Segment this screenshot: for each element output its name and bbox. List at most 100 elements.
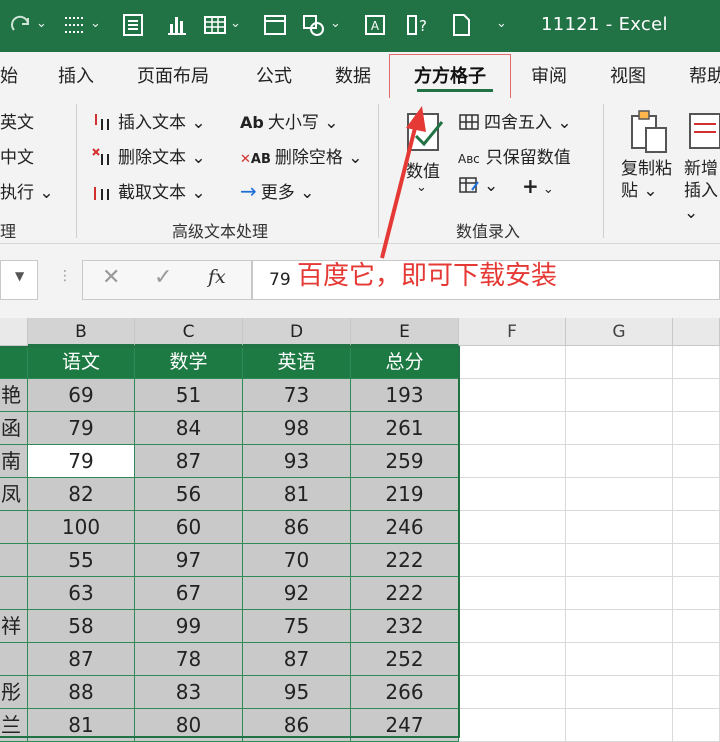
empty-cell[interactable] [566, 676, 673, 709]
image-frame-icon[interactable] [262, 12, 288, 38]
column-header-d[interactable]: D [243, 318, 351, 346]
table-cell[interactable]: 98 [243, 412, 351, 445]
name-box[interactable]: ▼ [0, 260, 38, 300]
empty-cell[interactable] [673, 610, 720, 643]
empty-cell[interactable] [459, 478, 566, 511]
table-cell[interactable]: 63 [28, 577, 135, 610]
row-label-cell[interactable] [0, 643, 28, 676]
table-cell[interactable]: 75 [243, 610, 351, 643]
format-dropdown-button[interactable]: ⌄ [458, 176, 498, 196]
column-header-a[interactable] [0, 318, 28, 346]
table-cell[interactable]: 88 [28, 676, 135, 709]
chevron-down-icon[interactable]: ⌄ [230, 16, 241, 31]
empty-cell[interactable] [673, 379, 720, 412]
table-cell[interactable]: 69 [28, 379, 135, 412]
header-cell[interactable]: 总分 [351, 346, 459, 379]
row-label-cell[interactable]: 彤 [0, 676, 28, 709]
empty-cell[interactable] [459, 511, 566, 544]
table-cell[interactable]: 193 [351, 379, 459, 412]
insert-function-icon[interactable]: fx [208, 266, 226, 288]
empty-cell[interactable] [459, 709, 566, 742]
name-box-dropdown-icon[interactable]: ▼ [15, 269, 24, 283]
header-cell-a[interactable] [0, 346, 28, 379]
tab-page-layout[interactable]: 页面布局 [137, 62, 209, 88]
empty-cell[interactable] [673, 511, 720, 544]
table-cell[interactable]: 87 [28, 643, 135, 676]
table-cell[interactable]: 78 [135, 643, 243, 676]
text-box-icon[interactable]: A [362, 12, 388, 38]
table-cell[interactable]: 246 [351, 511, 459, 544]
shapes-icon[interactable] [300, 12, 326, 38]
cut-text-button[interactable]: 截取文本 ⌄ [92, 178, 206, 203]
row-label-cell[interactable]: 祥 [0, 610, 28, 643]
row-label-cell[interactable]: 函 [0, 412, 28, 445]
empty-cell[interactable] [459, 379, 566, 412]
table-cell[interactable]: 67 [135, 577, 243, 610]
column-header-g[interactable]: G [566, 318, 673, 346]
help-icon[interactable]: ? [404, 12, 430, 38]
tab-home[interactable]: 始 [0, 62, 18, 88]
table-cell[interactable]: 92 [243, 577, 351, 610]
table-cell[interactable]: 86 [243, 511, 351, 544]
insert-text-button[interactable]: 插入文本 ⌄ [92, 108, 206, 133]
tab-insert[interactable]: 插入 [58, 62, 94, 88]
table-cell[interactable]: 83 [135, 676, 243, 709]
row-label-cell[interactable]: 凤 [0, 478, 28, 511]
table-cell[interactable]: 222 [351, 544, 459, 577]
table-cell[interactable]: 58 [28, 610, 135, 643]
empty-cell[interactable] [673, 676, 720, 709]
table-cell[interactable]: 81 [28, 709, 135, 742]
header-cell[interactable]: 语文 [28, 346, 135, 379]
chinese-button[interactable]: 中文 [0, 143, 34, 168]
empty-cell[interactable] [459, 643, 566, 676]
english-button[interactable]: 英文 [0, 108, 34, 133]
case-button[interactable]: Ab 大小写 ⌄ [240, 108, 339, 133]
empty-cell[interactable] [673, 445, 720, 478]
table-cell[interactable]: 99 [135, 610, 243, 643]
tab-review[interactable]: 审阅 [531, 62, 567, 88]
tab-view[interactable]: 视图 [610, 62, 646, 88]
tab-data[interactable]: 数据 [335, 62, 371, 88]
grid-table-icon[interactable] [202, 12, 228, 38]
bar-chart-icon[interactable] [164, 12, 190, 38]
new-insert-button[interactable]: 新增插入 ⌄ [684, 158, 720, 224]
chevron-down-icon[interactable]: ⌄ [36, 16, 47, 31]
table-cell[interactable]: 79 [28, 412, 135, 445]
table-cell[interactable]: 70 [243, 544, 351, 577]
table-cell[interactable]: 56 [135, 478, 243, 511]
delete-text-button[interactable]: 删除文本 ⌄ [92, 143, 206, 168]
empty-cell[interactable] [566, 610, 673, 643]
empty-cell[interactable] [459, 346, 566, 379]
table-cell[interactable]: 55 [28, 544, 135, 577]
row-label-cell[interactable]: 艳 [0, 379, 28, 412]
table-cell[interactable]: 84 [135, 412, 243, 445]
table-cell[interactable]: 82 [28, 478, 135, 511]
table-cell[interactable]: 95 [243, 676, 351, 709]
empty-cell[interactable] [673, 412, 720, 445]
table-cell[interactable]: 87 [135, 445, 243, 478]
border-dotted-icon[interactable] [62, 12, 88, 38]
row-label-cell[interactable]: 兰 [0, 709, 28, 742]
redo-icon[interactable] [8, 12, 34, 38]
header-cell[interactable]: 英语 [243, 346, 351, 379]
table-cell[interactable]: 100 [28, 511, 135, 544]
row-label-cell[interactable] [0, 544, 28, 577]
customize-toolbar-icon[interactable]: ⌄ [496, 16, 507, 31]
table-cell[interactable]: 266 [351, 676, 459, 709]
empty-cell[interactable] [566, 511, 673, 544]
empty-cell[interactable] [566, 412, 673, 445]
row-label-cell[interactable] [0, 511, 28, 544]
chevron-down-icon[interactable]: ⌄ [330, 16, 341, 31]
empty-cell[interactable] [566, 577, 673, 610]
header-cell[interactable]: 数学 [135, 346, 243, 379]
empty-cell[interactable] [459, 676, 566, 709]
empty-cell[interactable] [566, 478, 673, 511]
empty-cell[interactable] [566, 445, 673, 478]
round-button[interactable]: 四舍五入 ⌄ [458, 108, 572, 133]
keep-numeric-button[interactable]: Aʙᴄ 只保留数值 [458, 143, 571, 168]
copy-paste-button[interactable]: 复制粘贴 ⌄ [621, 158, 679, 202]
active-cell[interactable]: 79 [28, 445, 135, 478]
empty-cell[interactable] [566, 379, 673, 412]
column-header-h[interactable] [673, 318, 720, 346]
plus-button[interactable]: + ⌄ [522, 174, 554, 198]
